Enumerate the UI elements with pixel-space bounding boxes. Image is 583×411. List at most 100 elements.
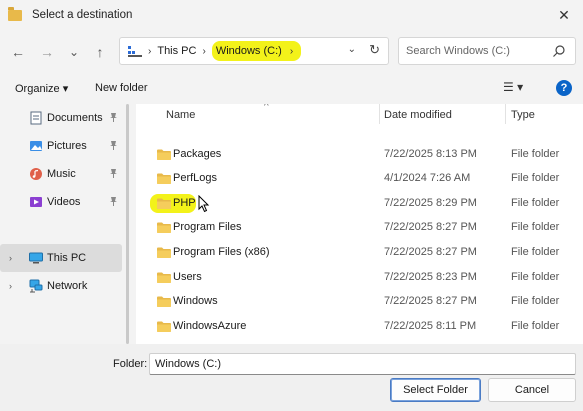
folder-icon bbox=[157, 149, 171, 160]
this-pc-icon bbox=[29, 251, 43, 265]
sidebar-item-network[interactable]: › Network bbox=[0, 273, 122, 299]
file-name: PerfLogs bbox=[173, 172, 218, 185]
mouse-cursor-icon bbox=[198, 194, 210, 213]
breadcrumb-separator: › bbox=[148, 45, 152, 57]
sidebar-item-label: Network bbox=[47, 280, 88, 292]
file-list: ^ Name Date modified Type Inetpub7/22/20… bbox=[136, 104, 583, 344]
folder-icon bbox=[157, 296, 171, 308]
sidebar-item-label: This PC bbox=[47, 252, 87, 264]
navigation-pane: Documents Pictures Music Videos › This P… bbox=[0, 104, 130, 344]
file-name: Program Files bbox=[173, 221, 242, 234]
folder-icon bbox=[157, 173, 171, 185]
folder-icon bbox=[157, 272, 171, 283]
folder-icon bbox=[157, 222, 171, 234]
column-divider[interactable] bbox=[505, 104, 506, 124]
expand-chevron-icon[interactable]: › bbox=[9, 281, 12, 291]
column-header: ^ Name Date modified Type bbox=[136, 104, 583, 126]
sidebar-item-label: Pictures bbox=[47, 140, 87, 152]
folder-icon bbox=[157, 198, 171, 209]
file-type: File folder bbox=[511, 221, 560, 234]
file-type: File folder bbox=[511, 246, 560, 258]
pin-icon bbox=[109, 140, 118, 152]
new-folder-button[interactable]: New folder bbox=[95, 82, 148, 94]
column-divider[interactable] bbox=[379, 104, 380, 124]
folder-app-icon bbox=[8, 6, 22, 21]
file-date-modified: 7/22/2025 8:11 PM bbox=[384, 319, 477, 332]
folder-field[interactable] bbox=[149, 353, 576, 375]
breadcrumb-separator: › bbox=[289, 45, 294, 57]
back-arrow-icon[interactable]: ← bbox=[6, 40, 30, 64]
dialog-footer: Folder: Select Folder Cancel bbox=[0, 344, 583, 411]
search-box[interactable] bbox=[398, 37, 576, 65]
sidebar-item-pictures[interactable]: Pictures bbox=[0, 133, 122, 159]
refresh-icon[interactable]: ↻ bbox=[369, 42, 380, 58]
sort-ascending-icon: ^ bbox=[264, 104, 269, 112]
file-type: File folder bbox=[511, 147, 560, 160]
navigation-bar: ← → ⌄ ↑ › This PC › Windows (C:) › ⌄ ↻ bbox=[0, 30, 583, 74]
sidebar-item-music[interactable]: Music bbox=[0, 161, 122, 187]
file-type: File folder bbox=[511, 295, 560, 308]
title-bar: Select a destination ✕ bbox=[0, 0, 583, 30]
sidebar-item-this-pc[interactable]: › This PC bbox=[0, 244, 122, 272]
sidebar-item-videos[interactable]: Videos bbox=[0, 189, 122, 215]
sidebar-item-label: Documents bbox=[47, 112, 103, 124]
cancel-button[interactable]: Cancel bbox=[488, 378, 576, 402]
organize-menu-button[interactable]: Organize ▾ bbox=[15, 82, 68, 95]
file-row[interactable]: Program Files (x86) 7/22/2025 8:27 PM File… bbox=[136, 241, 583, 265]
file-date-modified: 7/22/2025 8:27 PM bbox=[384, 246, 477, 258]
file-name: Windows bbox=[173, 295, 218, 308]
file-type: File folder bbox=[511, 319, 560, 332]
file-date-modified: 7/22/2025 8:27 PM bbox=[384, 221, 477, 234]
videos-icon bbox=[29, 195, 43, 209]
column-header-name[interactable]: Name bbox=[166, 109, 195, 121]
up-arrow-icon[interactable]: ↑ bbox=[88, 40, 112, 64]
pin-icon bbox=[109, 112, 118, 124]
search-icon[interactable] bbox=[552, 44, 566, 58]
address-dropdown-icon[interactable]: ⌄ bbox=[348, 44, 356, 55]
select-folder-button[interactable]: Select Folder bbox=[390, 378, 481, 402]
file-date-modified: 7/22/2025 8:29 PM bbox=[384, 196, 477, 209]
forward-arrow-icon[interactable]: → bbox=[35, 40, 59, 64]
file-type: File folder bbox=[511, 270, 560, 283]
network-icon bbox=[29, 279, 43, 293]
sidebar-item-label: Videos bbox=[47, 196, 81, 208]
view-options-icon[interactable]: ☰ ▾ bbox=[503, 80, 523, 94]
sidebar-item-label: Music bbox=[47, 168, 76, 180]
pictures-icon bbox=[29, 139, 43, 153]
file-date-modified: 7/22/2025 8:23 PM bbox=[384, 270, 477, 283]
file-row[interactable]: WindowsAzure 7/22/2025 8:11 PM File folder bbox=[136, 315, 583, 339]
breadcrumb-windows-c[interactable]: Windows (C:) › bbox=[211, 41, 302, 61]
address-pc-icon bbox=[128, 46, 142, 57]
file-row[interactable]: Users 7/22/2025 8:23 PM File folder bbox=[136, 266, 583, 290]
folder-icon bbox=[157, 247, 171, 258]
sidebar-item-documents[interactable]: Documents bbox=[0, 105, 122, 131]
command-toolbar: Organize ▾ New folder ☰ ▾ ? bbox=[0, 74, 583, 104]
file-row[interactable]: Windows 7/22/2025 8:27 PM File folder bbox=[136, 290, 583, 314]
file-row[interactable]: PerfLogs 4/1/2024 7:26 AM File folder bbox=[136, 167, 583, 191]
file-name: WindowsAzure bbox=[173, 319, 247, 332]
expand-chevron-icon[interactable]: › bbox=[9, 253, 12, 263]
breadcrumb-label: Windows (C:) bbox=[215, 45, 282, 57]
folder-icon bbox=[157, 321, 171, 332]
file-date-modified: 4/1/2024 7:26 AM bbox=[384, 172, 471, 185]
close-button[interactable]: ✕ bbox=[553, 4, 575, 26]
window-title: Select a destination bbox=[32, 9, 133, 21]
address-bar[interactable]: › This PC › Windows (C:) › ⌄ ↻ bbox=[119, 37, 389, 65]
sidebar-scrollbar[interactable] bbox=[126, 104, 129, 344]
breadcrumb-this-pc[interactable]: This PC bbox=[157, 45, 196, 57]
file-date-modified: 7/22/2025 8:27 PM bbox=[384, 295, 477, 308]
file-name: Users bbox=[173, 270, 202, 283]
documents-icon bbox=[29, 111, 43, 125]
pin-icon bbox=[109, 196, 118, 208]
breadcrumb-separator: › bbox=[202, 45, 206, 57]
file-row[interactable]: Program Files 7/22/2025 8:27 PM File folde… bbox=[136, 216, 583, 240]
column-header-type[interactable]: Type bbox=[511, 109, 535, 121]
search-input[interactable] bbox=[406, 45, 546, 57]
help-icon[interactable]: ? bbox=[556, 80, 572, 96]
file-date-modified: 7/22/2025 8:13 PM bbox=[384, 147, 477, 160]
recent-locations-chevron-icon[interactable]: ⌄ bbox=[62, 40, 86, 64]
file-name: Packages bbox=[173, 147, 222, 160]
file-type: File folder bbox=[511, 196, 560, 209]
column-header-date-modified[interactable]: Date modified bbox=[384, 109, 452, 121]
file-row[interactable]: Packages 7/22/2025 8:13 PM File folder bbox=[136, 143, 583, 167]
